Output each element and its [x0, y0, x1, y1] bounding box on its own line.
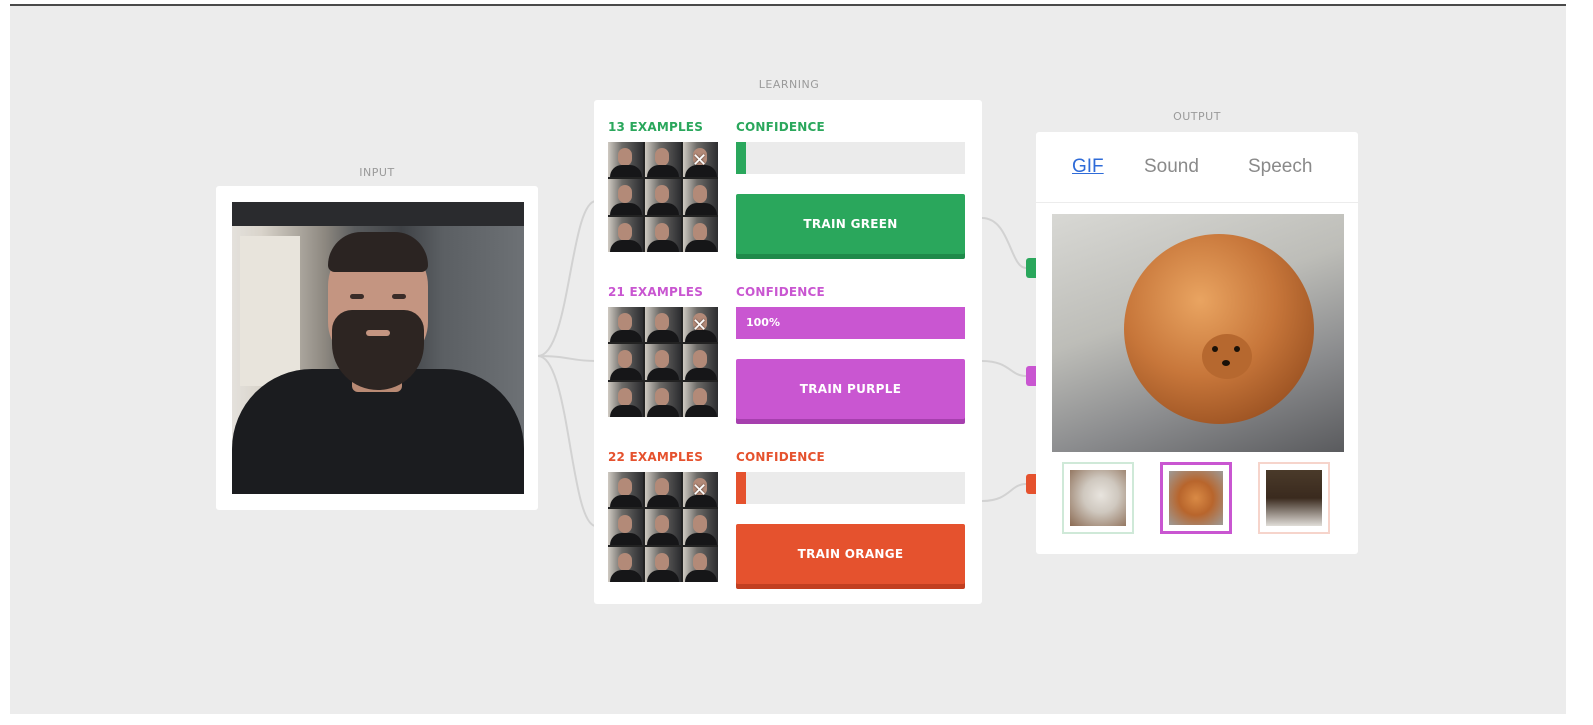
- train-orange-button[interactable]: TRAIN ORANGE: [736, 524, 965, 584]
- close-icon[interactable]: ✕: [692, 317, 707, 335]
- purple-examples-count: 21 EXAMPLES: [608, 285, 704, 299]
- tab-sound[interactable]: Sound: [1144, 156, 1199, 178]
- train-purple-button[interactable]: TRAIN PURPLE: [736, 359, 965, 419]
- learning-label: LEARNING: [758, 78, 820, 91]
- close-icon[interactable]: ✕: [692, 152, 707, 170]
- orange-confidence-label: CONFIDENCE: [736, 450, 825, 464]
- workspace: INPUT LEARNING 13 EXAMPLES CONFIDENCE ✕: [10, 4, 1566, 714]
- output-tabs: GIF Sound Speech: [1036, 132, 1358, 203]
- gif-thumb-orange[interactable]: [1258, 462, 1330, 534]
- output-card: GIF Sound Speech: [1036, 132, 1358, 554]
- train-green-button[interactable]: TRAIN GREEN: [736, 194, 965, 254]
- gif-thumb-purple[interactable]: [1160, 462, 1232, 534]
- purple-confidence-bar: 100%: [736, 307, 965, 339]
- orange-examples-count: 22 EXAMPLES: [608, 450, 704, 464]
- tab-gif[interactable]: GIF: [1072, 156, 1104, 178]
- close-icon[interactable]: ✕: [692, 482, 707, 500]
- orange-output-port: [1026, 474, 1036, 494]
- gif-thumb-green[interactable]: [1062, 462, 1134, 534]
- purple-confidence-fill: 100%: [736, 307, 965, 339]
- green-examples-count: 13 EXAMPLES: [608, 120, 704, 134]
- input-card: [216, 186, 538, 510]
- green-confidence-fill: [736, 142, 746, 174]
- gif-preview: [1052, 214, 1344, 452]
- purple-output-port: [1026, 366, 1036, 386]
- output-label: OUTPUT: [1173, 110, 1221, 123]
- learning-card: 13 EXAMPLES CONFIDENCE ✕ TRAIN GREEN 21 …: [594, 100, 982, 604]
- webcam-feed: [232, 202, 524, 494]
- green-output-port: [1026, 258, 1036, 278]
- orange-confidence-bar: [736, 472, 965, 504]
- green-confidence-label: CONFIDENCE: [736, 120, 825, 134]
- orange-confidence-fill: [736, 472, 746, 504]
- purple-confidence-label: CONFIDENCE: [736, 285, 825, 299]
- green-confidence-bar: [736, 142, 965, 174]
- tab-speech[interactable]: Speech: [1248, 156, 1312, 178]
- input-label: INPUT: [359, 166, 395, 179]
